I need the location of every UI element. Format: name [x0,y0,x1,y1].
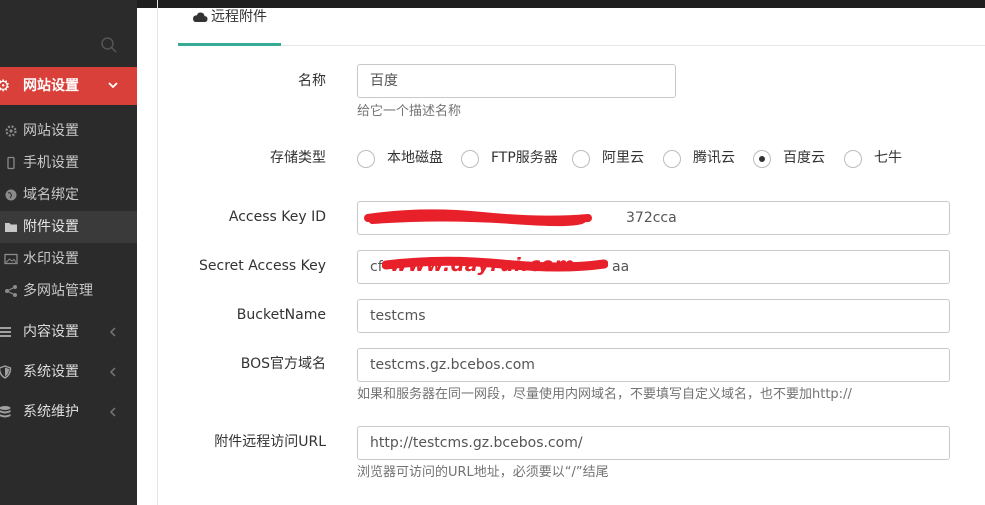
sidebar-item-label: 多网站管理 [23,283,93,299]
radio-label: 本地磁盘 [387,150,443,166]
active-pointer [137,77,146,95]
sidebar: ⚙ 网站设置 网站设置 手机设置 域名绑定 附件设置 水印设置 多网站管理 内容… [0,0,146,505]
image-icon [4,253,18,265]
chevron-left-icon [109,407,116,417]
sidebar-group-content-settings[interactable]: 内容设置 [0,313,137,351]
tab-remote-attachment[interactable]: 远程附件 [178,0,281,46]
sidebar-item-mobile-settings[interactable]: 手机设置 [0,147,137,179]
sidebar-group-label: 内容设置 [23,324,79,340]
name-input[interactable]: 百度 [357,64,676,98]
radio-tencent-cloud[interactable] [663,150,681,168]
radio-ftp-server[interactable] [461,150,479,168]
sidebar-group-label: 系统设置 [23,364,79,380]
sidebar-item-label: 域名绑定 [23,187,79,203]
bos-domain-help: 如果和服务器在同一网段，尽量使用内网域名，不要填写自定义域名，也不要加http:… [357,387,852,402]
sidebar-item-label: 水印设置 [23,251,79,267]
secret-key-prefix: cf [370,259,383,275]
folder-icon [5,223,17,232]
radio-baidu-cloud[interactable] [753,150,771,168]
sidebar-item-multisite-management[interactable]: 多网站管理 [0,275,137,307]
radio-aliyun[interactable] [572,150,590,168]
list-icon [0,327,11,337]
radio-label: 阿里云 [602,150,644,166]
bos-domain-input[interactable]: testcms.gz.bcebos.com [357,348,950,382]
radio-label: 七牛 [874,150,902,166]
sidebar-item-domain-binding[interactable]: 域名绑定 [0,179,137,211]
sidebar-item-watermark-settings[interactable]: 水印设置 [0,243,137,275]
database-icon [0,406,11,418]
tab-bar: 远程附件 [178,0,985,46]
bucket-name-input[interactable]: testcms [357,299,950,333]
access-key-id-label: Access Key ID [228,209,326,225]
sidebar-item-attachment-settings[interactable]: 附件设置 [0,211,137,243]
radio-label: FTP服务器 [491,150,558,166]
globe-icon [5,189,17,201]
sidebar-item-label: 网站设置 [23,123,79,139]
secret-key-suffix: aa [612,259,630,275]
tab-label: 远程附件 [211,9,267,25]
secret-access-key-label: Secret Access Key [199,258,326,274]
bos-domain-label: BOS官方域名 [240,356,326,372]
radio-local-disk[interactable] [357,150,375,168]
content-border [157,0,158,505]
bucket-name-label: BucketName [236,307,326,323]
sidebar-item-website-settings[interactable]: 网站设置 [0,115,137,147]
name-help: 给它一个描述名称 [357,104,462,119]
watermark-text: www.dayrui.com [390,254,575,276]
remote-url-help: 浏览器可访问的URL地址，必须要以“/”结尾 [357,465,609,480]
remote-url-input[interactable]: http://testcms.gz.bcebos.com/ [357,426,950,460]
radio-label: 百度云 [783,150,825,166]
sidebar-section-label: 网站设置 [23,78,79,94]
search-icon[interactable] [100,36,118,54]
sidebar-group-label: 系统维护 [23,404,79,420]
access-key-id-input[interactable]: 372cca [357,201,950,235]
access-key-id-value: 372cca [626,210,677,226]
gear-icon: ⚙ [0,76,11,95]
gear-icon [5,125,17,137]
name-label: 名称 [298,73,326,89]
chevron-left-icon [109,327,116,337]
sidebar-group-system-maintenance[interactable]: 系统维护 [0,393,137,431]
remote-url-label: 附件远程访问URL [214,434,326,450]
share-icon [5,285,17,297]
sidebar-group-system-settings[interactable]: 系统设置 [0,353,137,391]
sidebar-item-label: 手机设置 [23,155,79,171]
cloud-icon [193,12,208,22]
chevron-down-icon [108,82,118,89]
radio-label: 腾讯云 [693,150,735,166]
storage-type-label: 存储类型 [270,150,326,166]
shield-icon [0,365,12,379]
sidebar-search[interactable] [0,8,137,64]
chevron-left-icon [109,367,116,377]
mobile-icon [7,156,15,170]
sidebar-item-label: 附件设置 [23,219,79,235]
radio-qiniu[interactable] [844,150,862,168]
sidebar-section-website-settings[interactable]: ⚙ 网站设置 [0,67,146,105]
